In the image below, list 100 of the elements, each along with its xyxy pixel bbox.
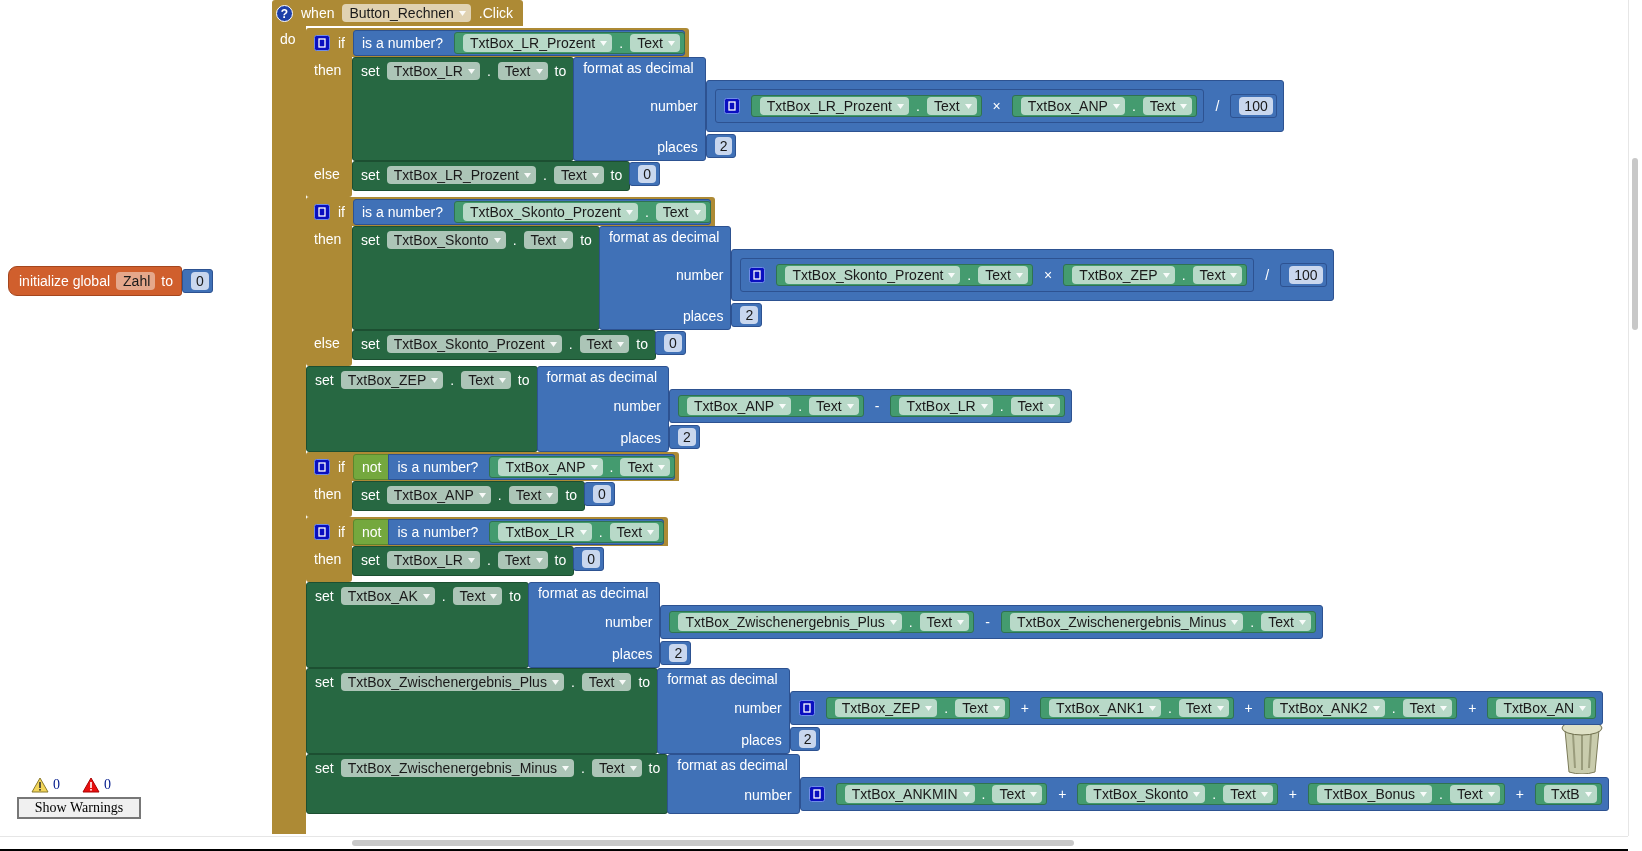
dropdown-field[interactable]: Text [1450,785,1500,803]
block-label: to [161,272,173,291]
dropdown-field[interactable]: Button_Rechnen [342,4,471,22]
dropdown-field[interactable]: Text [1192,266,1243,284]
dropdown-field[interactable]: TxtBox_Skonto [386,231,506,249]
dropdown-field[interactable]: Text [523,231,574,249]
number-field[interactable]: 2 [740,306,759,324]
dropdown-field[interactable]: Text [553,166,604,184]
dropdown-field[interactable]: TxtBox_Skonto [1086,785,1206,803]
dropdown-field[interactable]: Text [1142,97,1193,115]
block-label: is a number? [397,523,479,542]
dropdown-field[interactable]: TxtB [1543,785,1597,803]
dropdown-field[interactable]: TxtBox_ANP [687,397,792,415]
caret-icon [889,619,897,625]
dropdown-field[interactable]: Text [1178,699,1229,717]
dropdown-field[interactable]: Text [630,34,680,52]
dropdown-field[interactable]: TxtBox_ZEP [834,699,938,717]
block-label: format as decimal [582,59,695,78]
dropdown-field[interactable]: TxtBox_ANK1 [1049,699,1161,717]
block-label: if [338,34,345,53]
number-field[interactable]: 2 [678,428,696,446]
operator-label: + [1288,785,1298,804]
caret-icon [1193,791,1201,797]
number-field[interactable]: 0 [663,334,682,352]
dropdown-field[interactable]: Text [955,699,1005,717]
block-label: places [741,731,783,750]
dropdown-field[interactable]: TxtBox_AK [340,587,435,605]
block-label: then [314,230,342,249]
number-field[interactable]: 0 [582,550,600,568]
number-field[interactable]: 2 [669,644,688,662]
caret-icon [1162,272,1170,278]
block-label: format as decimal [666,670,779,689]
dropdown-field[interactable]: Text [579,335,630,353]
dropdown-field[interactable]: TxtBox_Zwischenergebnis_Minus [340,759,574,777]
dropdown-field[interactable]: TxtBox_LR [386,62,480,80]
scrollbar-thumb[interactable] [1632,158,1638,330]
vertical-scrollbar[interactable] [1628,0,1641,836]
caret-icon [1440,705,1448,711]
dropdown-field[interactable]: Text [581,673,632,691]
dropdown-field[interactable]: Text [497,551,548,569]
variable-name-field[interactable]: Zahl [116,272,156,290]
dropdown-field[interactable]: TxtBox_ANP [386,486,491,504]
dropdown-field[interactable]: TxtBox_LR_Prozent [386,166,536,184]
dropdown-field[interactable]: TxtBox_Skonto_Prozent [785,266,961,284]
dropdown-field[interactable]: TxtBox_ANKMIN [844,785,975,803]
dot-label: . [543,166,547,185]
dropdown-field[interactable]: Text [1223,785,1273,803]
dropdown-field[interactable]: Text [591,759,642,777]
number-field[interactable]: 0 [593,485,611,503]
dropdown-field[interactable]: TxtBox_Zwischenergebnis_Minus [1009,613,1244,631]
dropdown-field[interactable]: Text [1010,397,1061,415]
dropdown-field[interactable]: Text [497,62,548,80]
dropdown-field[interactable]: Text [919,613,970,631]
block-label: then [314,550,342,569]
dropdown-field[interactable]: TxtBox_ZEP [340,371,444,389]
number-field[interactable]: 2 [714,137,733,155]
dropdown-field[interactable]: TxtBox_ANP [498,458,603,476]
dropdown-field[interactable]: Text [508,486,559,504]
dropdown-field[interactable]: TxtBox_Skonto_Prozent [386,335,562,353]
dropdown-field[interactable]: TxtBox_LR [899,397,993,415]
number-field[interactable]: 100 [1239,97,1273,115]
dropdown-field[interactable]: TxtBox_ANK2 [1272,699,1385,717]
number-field[interactable]: 100 [1289,266,1323,284]
dropdown-field[interactable]: TxtBox_LR [386,551,480,569]
dot-label: . [598,524,603,540]
dropdown-field[interactable]: Text [655,203,706,221]
dropdown-field[interactable]: Text [926,97,977,115]
caret-icon [431,377,439,383]
number-field[interactable]: 0 [638,165,657,183]
dropdown-field[interactable]: TxtBox_ZEP [1072,266,1175,284]
dropdown-field[interactable]: Text [461,371,511,389]
dot-label: . [512,231,517,250]
dropdown-field[interactable]: TxtBox_AN [1496,699,1592,717]
show-warnings-button[interactable]: Show Warnings [17,797,141,819]
dropdown-field[interactable]: Text [992,785,1043,803]
scrollbar-thumb[interactable] [352,840,1074,846]
horizontal-scrollbar[interactable] [0,836,1628,851]
dropdown-field[interactable]: Text [809,397,859,415]
dropdown-field[interactable]: TxtBox_LR_Prozent [462,34,613,52]
dropdown-field[interactable]: TxtBox_Zwischenergebnis_Plus [678,613,902,631]
dropdown-field[interactable]: TxtBox_LR [498,523,592,541]
dropdown-field[interactable]: TxtBox_Bonus [1317,785,1433,803]
number-field[interactable]: 2 [798,730,817,748]
dropdown-field[interactable]: Text [620,458,671,476]
block-label: set [361,335,380,354]
operator-label: / [1215,97,1220,116]
dot-label: . [981,786,986,802]
dropdown-field[interactable]: Text [452,587,503,605]
operator-label: × [992,97,1001,116]
dropdown-field[interactable]: TxtBox_Skonto_Prozent [462,203,638,221]
caret-icon [551,679,559,685]
number-field[interactable]: 0 [191,272,209,290]
help-button[interactable]: ? [276,4,293,22]
dropdown-field[interactable]: TxtBox_ANP [1020,97,1125,115]
dropdown-field[interactable]: Text [1261,613,1311,631]
dropdown-field[interactable]: Text [1402,699,1453,717]
dropdown-field[interactable]: Text [609,523,660,541]
dropdown-field[interactable]: TxtBox_Zwischenergebnis_Plus [340,673,564,691]
dropdown-field[interactable]: Text [978,266,1028,284]
dropdown-field[interactable]: TxtBox_LR_Prozent [759,97,909,115]
